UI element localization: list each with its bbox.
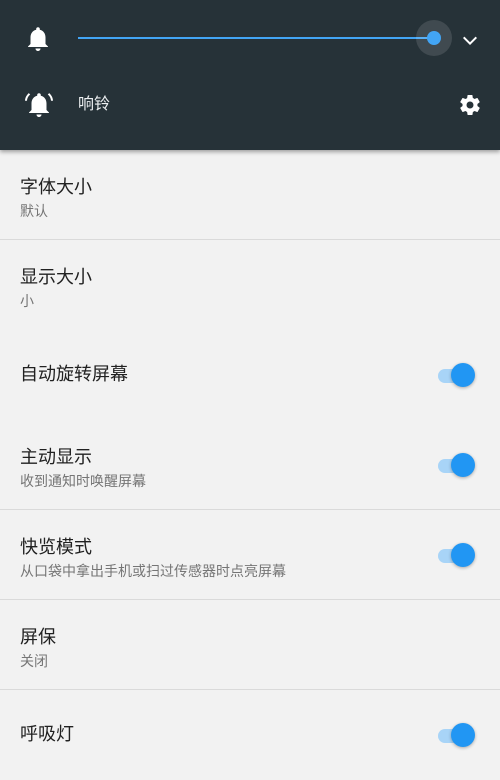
setting-ambient-display[interactable]: 主动显示 收到通知时唤醒屏幕 [0, 420, 500, 510]
setting-title: 屏保 [20, 627, 56, 648]
setting-auto-rotate[interactable]: 自动旋转屏幕 [0, 330, 500, 420]
setting-title: 快览模式 [20, 537, 92, 558]
volume-slider[interactable] [78, 20, 453, 56]
setting-summary: 小 [20, 294, 34, 310]
auto-rotate-toggle[interactable] [436, 362, 478, 388]
volume-panel: 响铃 [0, 0, 500, 150]
gear-icon[interactable] [458, 93, 482, 117]
ringing-bell-icon[interactable] [24, 90, 54, 118]
ringer-mode-label: 响铃 [78, 94, 111, 113]
setting-notification-light[interactable]: 呼吸灯 [0, 690, 500, 780]
toggle-thumb [451, 543, 475, 567]
setting-title: 自动旋转屏幕 [20, 364, 128, 385]
setting-summary: 关闭 [20, 654, 48, 670]
setting-title: 主动显示 [20, 447, 92, 468]
setting-title: 显示大小 [20, 267, 92, 288]
toggle-thumb [451, 723, 475, 747]
setting-font-size[interactable]: 字体大小 默认 [0, 150, 500, 240]
toggle-thumb [451, 363, 475, 387]
setting-title: 呼吸灯 [20, 724, 74, 745]
chevron-down-icon[interactable] [458, 28, 482, 52]
setting-summary: 从口袋中拿出手机或扫过传感器时点亮屏幕 [20, 564, 286, 580]
volume-slider-fill [78, 37, 435, 39]
setting-glance-mode[interactable]: 快览模式 从口袋中拿出手机或扫过传感器时点亮屏幕 [0, 510, 500, 600]
display-settings-list: 字体大小 默认 显示大小 小 自动旋转屏幕 主动显示 收到通知时唤醒屏幕 快览模… [0, 150, 500, 780]
setting-summary: 收到通知时唤醒屏幕 [20, 474, 146, 490]
setting-title: 字体大小 [20, 177, 92, 198]
ambient-display-toggle[interactable] [436, 452, 478, 478]
setting-display-size[interactable]: 显示大小 小 [0, 240, 500, 330]
setting-summary: 默认 [20, 204, 48, 220]
bell-icon[interactable] [26, 26, 50, 52]
notification-light-toggle[interactable] [436, 722, 478, 748]
setting-screensaver[interactable]: 屏保 关闭 [0, 600, 500, 690]
toggle-thumb [451, 453, 475, 477]
glance-mode-toggle[interactable] [436, 542, 478, 568]
